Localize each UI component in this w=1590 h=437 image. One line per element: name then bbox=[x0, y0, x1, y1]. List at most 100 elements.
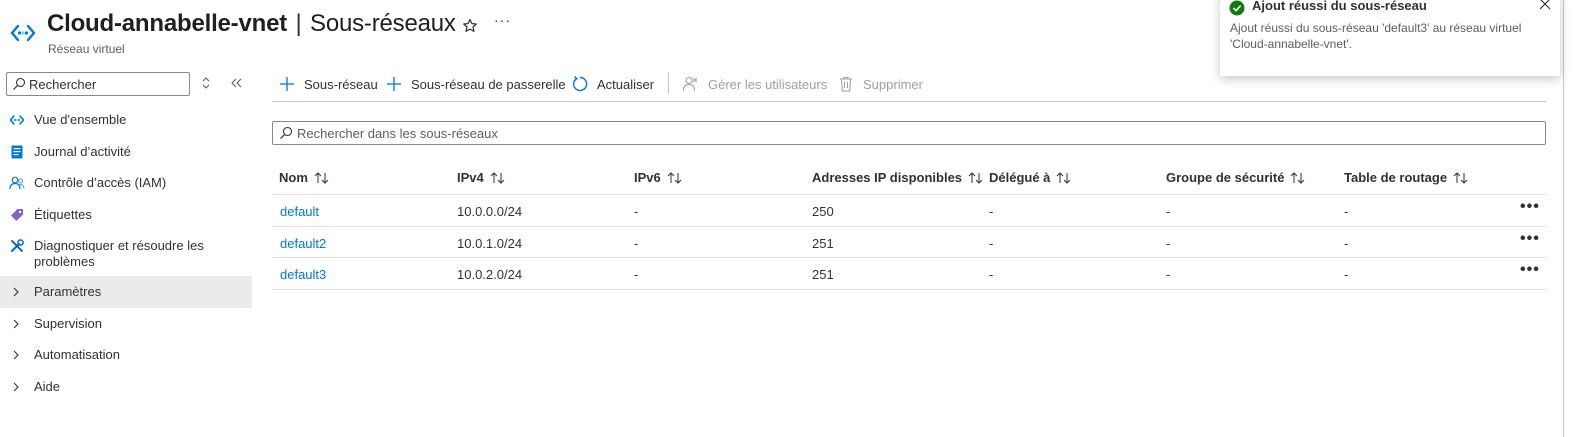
sidebar-search-input[interactable] bbox=[29, 75, 187, 93]
sort-icon bbox=[314, 171, 329, 184]
tag-icon bbox=[11, 208, 23, 221]
cell-ipv4: 10.0.2.0/24 bbox=[457, 267, 523, 282]
sort-icon bbox=[968, 171, 983, 184]
column-header-ipv4[interactable]: IPv4 bbox=[457, 170, 507, 185]
column-label: Nom bbox=[279, 170, 308, 185]
table-row: default2 10.0.1.0/24 - 251 - - - ••• bbox=[272, 227, 1546, 258]
column-label: Table de routage bbox=[1344, 170, 1448, 185]
table-row: default 10.0.0.0/24 - 250 - - - ••• bbox=[272, 195, 1546, 227]
subnet-search[interactable] bbox=[272, 121, 1546, 145]
cell-available-ips: 250 bbox=[812, 204, 834, 219]
delete-button[interactable]: Supprimer bbox=[837, 74, 923, 94]
notification-title: Ajout réussi du sous-réseau bbox=[1252, 0, 1427, 13]
chevron-right-icon bbox=[13, 287, 19, 297]
vnet-icon bbox=[9, 115, 25, 125]
sidebar-search[interactable] bbox=[6, 72, 190, 96]
close-icon[interactable] bbox=[1538, 0, 1552, 11]
table-row: default3 10.0.2.0/24 - 251 - - - ••• bbox=[272, 258, 1546, 290]
page-title: Cloud-annabelle-vnet | Sous-réseaux bbox=[47, 10, 456, 38]
column-header-security-group[interactable]: Groupe de sécurité bbox=[1166, 170, 1307, 185]
plus-icon bbox=[280, 77, 294, 91]
sidebar-item-label: Supervision bbox=[34, 315, 102, 331]
success-check-icon bbox=[1229, 0, 1245, 16]
column-header-ipv6[interactable]: IPv6 bbox=[634, 170, 684, 185]
sidebar-item-label: Diagnostiquer et résoudre les problèmes bbox=[34, 238, 204, 269]
cell-available-ips: 251 bbox=[812, 235, 834, 251]
column-label: IPv6 bbox=[634, 170, 661, 185]
sidebar-item-label: Contrôle d’accès (IAM) bbox=[34, 175, 167, 190]
sidebar-item-iam[interactable]: Contrôle d’accès (IAM) bbox=[0, 167, 252, 199]
collapse-sidebar-icon[interactable] bbox=[230, 75, 244, 91]
refresh-label: Actualiser bbox=[597, 76, 655, 92]
sidebar-item-activity-log[interactable]: Journal d’activité bbox=[0, 136, 252, 168]
title-separator: | bbox=[295, 10, 302, 37]
sidebar-item-label: Étiquettes bbox=[34, 206, 92, 222]
favorite-star-icon[interactable] bbox=[460, 16, 480, 36]
manage-users-label: Gérer les utilisateurs bbox=[708, 76, 828, 92]
cell-ipv6: - bbox=[634, 235, 639, 251]
sidebar-item-label: Journal d’activité bbox=[34, 143, 131, 159]
sidebar-item-label: Paramètres bbox=[34, 284, 102, 299]
add-subnet-button[interactable]: Sous-réseau bbox=[278, 74, 378, 94]
chevron-right-icon bbox=[13, 350, 19, 360]
iam-icon bbox=[9, 176, 25, 190]
row-more-button[interactable]: ••• bbox=[1520, 230, 1540, 247]
add-gateway-subnet-label: Sous-réseau de passerelle bbox=[411, 76, 566, 92]
chevron-right-icon bbox=[13, 319, 19, 328]
sort-icon bbox=[1453, 171, 1468, 184]
row-more-button[interactable]: ••• bbox=[1520, 199, 1540, 215]
cell-route-table: - bbox=[1344, 267, 1349, 282]
expand-collapse-icon[interactable] bbox=[200, 75, 212, 91]
column-header-delegated[interactable]: Délégué à bbox=[989, 170, 1073, 185]
sort-icon bbox=[1057, 171, 1071, 184]
add-subnet-label: Sous-réseau bbox=[304, 76, 378, 92]
cell-ipv4: 10.0.0.0/24 bbox=[457, 204, 523, 219]
sort-icon bbox=[1291, 171, 1305, 184]
search-icon bbox=[280, 126, 293, 139]
column-label: Adresses IP disponibles bbox=[812, 170, 963, 185]
search-icon bbox=[13, 77, 26, 90]
column-header-available-ips[interactable]: Adresses IP disponibles bbox=[812, 170, 985, 185]
resource-type: Réseau virtuel bbox=[48, 42, 125, 56]
subnet-search-input[interactable] bbox=[297, 124, 1497, 142]
subnet-name-link[interactable]: default bbox=[280, 204, 319, 219]
column-header-name[interactable]: Nom bbox=[279, 170, 331, 185]
vnet-icon bbox=[10, 24, 36, 42]
cell-security-group: - bbox=[1166, 267, 1171, 282]
notification-message: Ajout réussi du sous-réseau 'default3' a… bbox=[1230, 21, 1522, 51]
column-header-route-table[interactable]: Table de routage bbox=[1344, 170, 1470, 185]
sidebar-item-label: Automatisation bbox=[34, 347, 120, 362]
sidebar-item-label: Aide bbox=[34, 378, 61, 394]
subnet-name-link[interactable]: default3 bbox=[280, 267, 326, 282]
sidebar-nav: Vue d'ensemble Journal d’activité Contrô… bbox=[0, 104, 252, 402]
sort-icon bbox=[667, 171, 682, 184]
sidebar-item-help[interactable]: Aide bbox=[0, 371, 252, 403]
panel-edge bbox=[1563, 0, 1564, 437]
cell-ipv4: 10.0.1.0/24 bbox=[457, 235, 523, 251]
sidebar-item-tags[interactable]: Étiquettes bbox=[0, 199, 252, 231]
cell-route-table: - bbox=[1344, 235, 1349, 251]
page-header: Cloud-annabelle-vnet | Sous-réseaux Rése… bbox=[0, 0, 1220, 62]
sidebar-item-automation[interactable]: Automatisation bbox=[0, 339, 252, 371]
row-more-button[interactable]: ••• bbox=[1520, 262, 1540, 278]
cell-security-group: - bbox=[1166, 235, 1171, 251]
subnets-table: Nom IPv4 IPv6 Adresses IP disponibles Dé… bbox=[272, 160, 1546, 290]
manage-users-button[interactable]: Gérer les utilisateurs bbox=[682, 74, 827, 94]
table-header: Nom IPv4 IPv6 Adresses IP disponibles Dé… bbox=[272, 160, 1546, 195]
cell-delegated: - bbox=[989, 267, 994, 282]
more-options-button[interactable]: ··· bbox=[494, 12, 511, 28]
subnet-name-link[interactable]: default2 bbox=[280, 236, 326, 251]
sidebar-item-monitoring[interactable]: Supervision bbox=[0, 308, 252, 340]
sidebar-item-diagnose[interactable]: Diagnostiquer et résoudre les problèmes bbox=[0, 230, 252, 276]
sidebar-item-settings[interactable]: Paramètres bbox=[0, 276, 252, 308]
delete-label: Supprimer bbox=[863, 76, 923, 92]
blade-name: Sous-réseaux bbox=[310, 10, 456, 37]
refresh-button[interactable]: Actualiser bbox=[571, 74, 654, 94]
sidebar-item-overview[interactable]: Vue d'ensemble bbox=[0, 104, 252, 136]
sidebar: Vue d'ensemble Journal d’activité Contrô… bbox=[0, 66, 252, 437]
plus-icon bbox=[387, 77, 401, 91]
add-gateway-subnet-button[interactable]: Sous-réseau de passerelle bbox=[385, 74, 566, 94]
success-notification[interactable]: Ajout réussi du sous-réseau Ajout réussi… bbox=[1220, 0, 1560, 76]
wrench-icon bbox=[10, 239, 24, 253]
column-label: Délégué à bbox=[989, 170, 1051, 185]
